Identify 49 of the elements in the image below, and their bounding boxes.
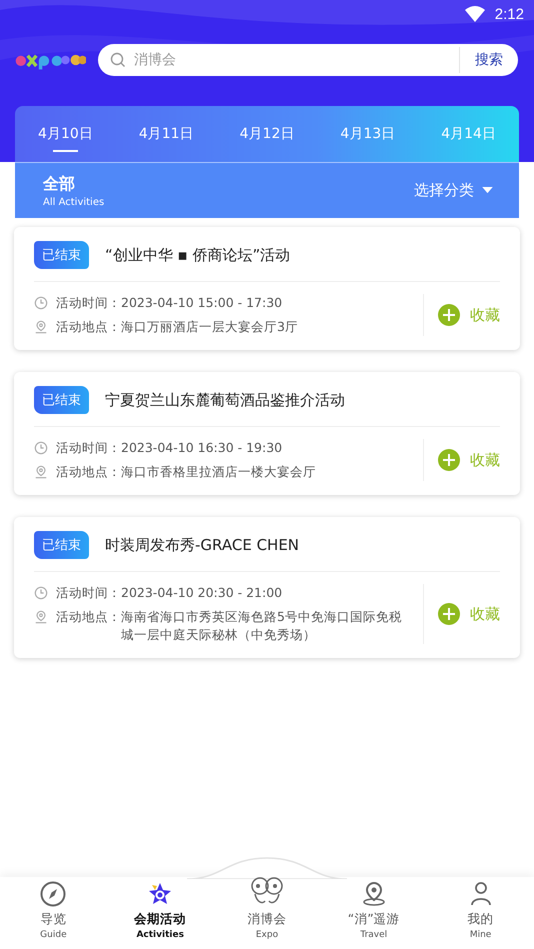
plus-icon bbox=[438, 449, 460, 471]
event-title: 时装周发布秀-GRACE CHEN bbox=[105, 536, 300, 554]
event-place: 海南省海口市秀英区海色路5号中免海口国际免税城一层中庭天际秘林（中免秀场） bbox=[121, 608, 403, 644]
location-icon bbox=[34, 465, 48, 479]
status-badge: 已结束 bbox=[34, 531, 89, 559]
event-card[interactable]: 已结束 “创业中华 ▪ 侨商论坛”活动 活动时间：2023-04-10 15:00 - 17:30 活动地点：海口万丽酒店一层大宴会厅3厅 收藏 bbox=[14, 227, 520, 350]
location-icon bbox=[360, 881, 387, 907]
place-label: 活动地点： bbox=[56, 463, 121, 481]
location-icon bbox=[34, 610, 48, 624]
star-icon bbox=[147, 881, 174, 907]
status-badge: 已结束 bbox=[34, 241, 89, 269]
event-place: 海口万丽酒店一层大宴会厅3厅 bbox=[121, 318, 298, 336]
event-place: 海口市香格里拉酒店一楼大宴会厅 bbox=[121, 463, 316, 481]
clock-icon bbox=[34, 296, 48, 310]
plus-icon bbox=[438, 603, 460, 625]
clock-icon bbox=[34, 441, 48, 455]
nav-tab[interactable]: 我的 Mine bbox=[436, 881, 526, 940]
place-label: 活动地点： bbox=[56, 318, 121, 336]
event-card[interactable]: 已结束 宁夏贺兰山东麓葡萄酒品鉴推介活动 活动时间：2023-04-10 16:30 - 19:30 活动地点：海口市香格里拉酒店一楼大宴会厅 收藏 bbox=[14, 372, 520, 495]
nav-tab[interactable]: “消”遥游 Travel bbox=[328, 881, 419, 940]
status-time: 2:12 bbox=[494, 6, 524, 22]
status-badge: 已结束 bbox=[34, 386, 89, 414]
plus-icon bbox=[438, 304, 460, 326]
nav-tab[interactable]: 会期活动 Activities bbox=[115, 881, 206, 940]
search-field[interactable]: 消博会 搜索 bbox=[98, 44, 518, 76]
time-label: 活动时间： bbox=[56, 584, 121, 602]
caret-icon bbox=[482, 187, 493, 194]
category-title: 全部 bbox=[43, 174, 76, 194]
category-subtitle: All Activities bbox=[43, 196, 104, 208]
time-label: 活动时间： bbox=[56, 294, 121, 312]
date-tab[interactable]: 4月12日 bbox=[236, 106, 298, 162]
search-icon bbox=[110, 52, 126, 68]
nav-tab[interactable]: 导览 Guide bbox=[8, 881, 98, 940]
event-title: 宁夏贺兰山东麓葡萄酒品鉴推介活动 bbox=[105, 390, 345, 410]
time-label: 活动时间： bbox=[56, 439, 121, 457]
place-label: 活动地点： bbox=[56, 608, 121, 626]
event-time: 2023-04-10 20:30 - 21:00 bbox=[121, 584, 282, 602]
compass-icon bbox=[40, 881, 66, 907]
clock-icon bbox=[34, 586, 48, 600]
event-time: 2023-04-10 16:30 - 19:30 bbox=[121, 439, 282, 457]
date-tab[interactable]: 4月11日 bbox=[134, 106, 198, 162]
search-button[interactable]: 搜索 bbox=[459, 47, 518, 73]
date-tab[interactable]: 4月10日 bbox=[34, 106, 97, 162]
event-time: 2023-04-10 15:00 - 17:30 bbox=[121, 294, 282, 312]
wifi-icon bbox=[464, 6, 485, 22]
location-icon bbox=[34, 320, 48, 334]
event-title: “创业中华 ▪ 侨商论坛”活动 bbox=[105, 246, 290, 264]
event-card[interactable]: 已结束 时装周发布秀-GRACE CHEN 活动时间：2023-04-10 20:30 - 21:00 活动地点：海南省海口市秀英区海色路5号中免海口国际免税城一层中庭天际秘林（中免秀场） 收藏 bbox=[14, 517, 520, 658]
nav-tab[interactable]: 消博会 Expo bbox=[222, 881, 312, 940]
